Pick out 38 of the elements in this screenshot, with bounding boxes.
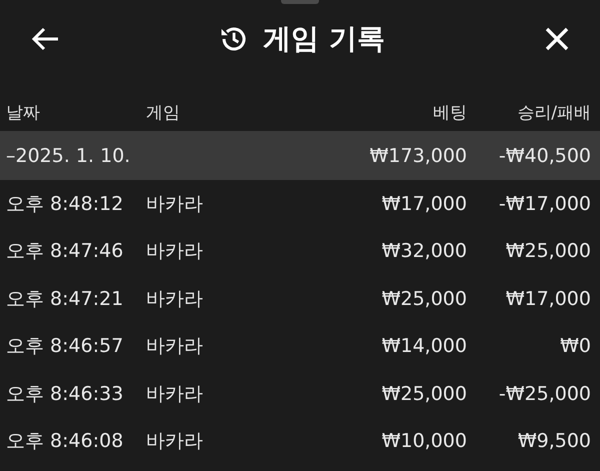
table-cell-text: 오후 8:48:12 (6, 192, 124, 217)
back-button[interactable] (30, 26, 60, 52)
column-header: 승리/패배 (516, 102, 591, 124)
table-cell-text: 바카라 (146, 334, 204, 360)
drag-handle[interactable] (281, 0, 319, 4)
window-title: 게임 기록 (263, 21, 385, 57)
table-cell-text: -₩25,000 (498, 382, 591, 405)
date-group-row[interactable]: –2025. 1. 10. ₩173,000 -₩40,500 (0, 131, 600, 180)
table-cell-text: 바카라 (146, 382, 204, 407)
table-cell-text: ₩9,500 (516, 430, 591, 452)
table-cell-text: -₩17,000 (498, 192, 591, 215)
group-bet-total: ₩173,000 (368, 144, 467, 166)
table-cell-text: ₩17,000 (380, 192, 467, 215)
table-cell-text: 오후 8:47:46 (6, 239, 124, 264)
table-cell-text: ₩0 (559, 335, 591, 358)
table-cell-text: ₩25,000 (380, 382, 467, 405)
table-cell-text: 오후 8:46:57 (6, 334, 124, 360)
table-cell-text: ₩32,000 (380, 240, 467, 262)
column-header: 게임 (146, 102, 181, 124)
table-cell-text: ₩25,000 (380, 288, 467, 310)
table-cell-text: 오후 8:46:08 (6, 429, 124, 454)
table-cell-text: ₩25,000 (504, 240, 591, 262)
close-button[interactable] (544, 26, 570, 52)
table-cell-text: 바카라 (146, 192, 204, 217)
table-cell-text: 오후 8:47:21 (6, 286, 124, 312)
group-result-total: -₩40,500 (498, 144, 591, 166)
group-date: –2025. 1. 10. (6, 144, 132, 166)
table-cell-text: 바카라 (146, 429, 204, 454)
column-header: 베팅 (432, 102, 467, 124)
table-cell-text: ₩17,000 (504, 288, 591, 310)
table-cell-text: 오후 8:46:33 (6, 382, 124, 407)
close-icon (544, 26, 570, 52)
table-cell-text: 바카라 (146, 239, 204, 264)
table-cell-text: ₩10,000 (380, 430, 467, 452)
column-header: 날짜 (6, 102, 41, 124)
table-cell-text: ₩14,000 (380, 335, 467, 358)
table-cell-text: 바카라 (146, 286, 204, 312)
arrow-left-icon (30, 26, 60, 52)
